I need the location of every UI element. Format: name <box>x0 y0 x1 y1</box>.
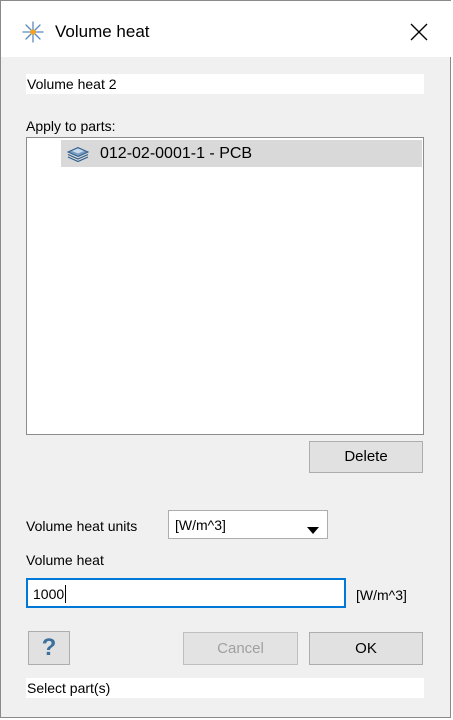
volume-heat-unit-label: [W/m^3] <box>356 587 407 603</box>
part-label: 012-02-0001-1 - PCB <box>100 145 253 162</box>
ok-button[interactable]: OK <box>309 632 423 665</box>
volume-heat-dialog: Volume heat Volume heat 2 Apply to parts… <box>0 0 452 718</box>
text-caret <box>65 585 66 603</box>
apply-to-parts-label: Apply to parts: <box>26 118 116 134</box>
volume-heat-value: 1000 <box>33 586 65 602</box>
units-selected-value: [W/m^3] <box>175 517 226 533</box>
name-field[interactable]: Volume heat 2 <box>26 74 424 94</box>
close-button[interactable] <box>403 17 435 47</box>
volume-heat-input[interactable]: 1000 <box>26 578 346 608</box>
layers-icon <box>66 144 90 163</box>
volume-heat-units-select[interactable]: [W/m^3] <box>168 510 328 539</box>
dropdown-arrow-icon <box>307 521 319 537</box>
delete-button[interactable]: Delete <box>309 441 423 473</box>
cancel-button[interactable]: Cancel <box>183 632 298 665</box>
help-icon: ? <box>41 634 57 661</box>
parts-list[interactable]: 012-02-0001-1 - PCB <box>26 137 424 435</box>
close-icon <box>410 23 428 41</box>
volume-heat-units-label: Volume heat units <box>26 518 138 534</box>
status-bar: Select part(s) <box>26 678 424 698</box>
list-item[interactable]: 012-02-0001-1 - PCB <box>61 140 422 167</box>
title-bar[interactable]: Volume heat <box>1 1 452 57</box>
dialog-title: Volume heat <box>55 22 150 41</box>
help-button[interactable]: ? <box>28 631 70 665</box>
sparkle-icon <box>22 21 44 43</box>
volume-heat-label: Volume heat <box>26 552 104 568</box>
